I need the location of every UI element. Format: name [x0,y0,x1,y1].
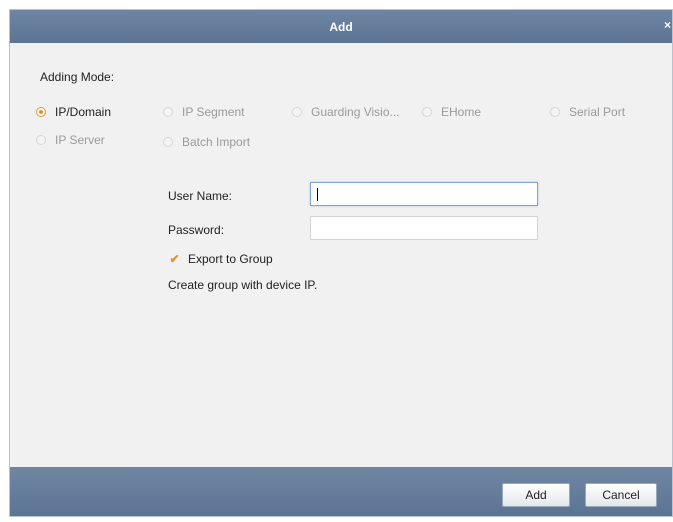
radio-ip-server[interactable]: IP Server [36,133,105,147]
radio-ehome[interactable]: EHome [422,105,481,119]
radio-label: Batch Import [182,135,251,149]
username-input[interactable] [310,182,538,206]
dialog-footer: Add Cancel [10,467,672,516]
radio-serial-port[interactable]: Serial Port [550,105,625,119]
close-icon[interactable]: × [664,18,671,32]
password-input[interactable] [310,216,538,240]
radio-circle [36,135,46,145]
radio-circle [163,137,173,147]
radio-label: IP Server [55,133,105,147]
radio-circle [292,107,302,117]
group-hint-text: Create group with device IP. [168,278,318,292]
add-device-dialog: Add × Adding Mode: IP/Domain IP Segment … [9,9,673,517]
radio-label: IP Segment [182,105,245,119]
radio-label: EHome [441,105,482,119]
radio-label: Serial Port [569,105,626,119]
radio-ip-domain[interactable]: IP/Domain [36,105,111,119]
radio-ip-segment[interactable]: IP Segment [163,105,244,119]
password-label: Password: [168,223,225,237]
dialog-title: Add [329,19,353,34]
radio-circle [163,107,173,117]
export-to-group-label: Export to Group [188,252,273,266]
export-to-group-checkbox[interactable]: ✔ Export to Group [169,251,273,266]
radio-circle [550,107,560,117]
text-caret [317,188,318,201]
radio-circle [36,107,46,117]
add-button[interactable]: Add [502,483,570,507]
dialog-titlebar: Add × [10,10,672,43]
radio-batch-import[interactable]: Batch Import [163,135,250,149]
radio-guarding-vision[interactable]: Guarding Visio... [292,105,400,119]
radio-circle [422,107,432,117]
radio-label: Guarding Visio... [311,105,400,119]
adding-mode-label: Adding Mode: [40,70,115,84]
username-label: User Name: [168,189,233,203]
cancel-button[interactable]: Cancel [585,483,657,507]
radio-label: IP/Domain [55,105,112,119]
checkmark-icon: ✔ [169,251,180,266]
